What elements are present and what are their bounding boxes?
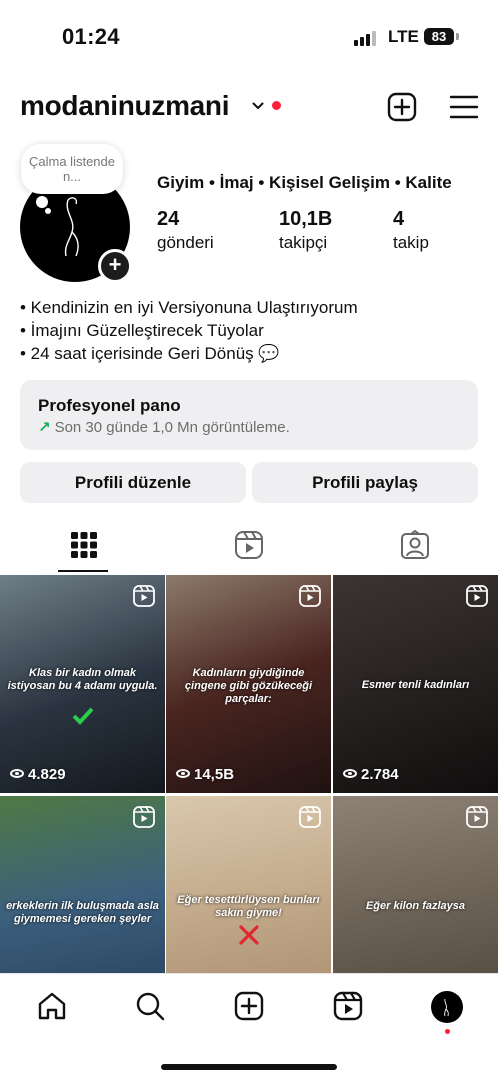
post-views-count: 2.784 — [361, 766, 399, 783]
add-story-button[interactable]: + — [98, 249, 132, 283]
post-tile[interactable]: Kadınların giydiğinde çingene gibi gözük… — [166, 575, 331, 793]
menu-icon[interactable] — [449, 92, 479, 122]
post-caption: Kadınların giydiğinde çingene gibi gözük… — [184, 667, 313, 705]
post-views: 2.784 — [343, 766, 399, 783]
post-caption: Klas bir kadın olmak istiyosan bu 4 adam… — [7, 667, 158, 692]
share-profile-button[interactable]: Profili paylaş — [252, 462, 478, 503]
chevron-down-icon[interactable] — [252, 100, 264, 112]
add-post-icon[interactable] — [387, 92, 417, 122]
eye-icon — [10, 769, 24, 778]
bio-line: • İmajını Güzelleştirecek Tüyolar — [20, 321, 264, 340]
post-views: 14,5B — [176, 766, 234, 783]
signal-icon — [354, 30, 378, 46]
dashboard-title: Profesyonel pano — [38, 396, 181, 415]
posts-grid: Klas bir kadın olmak istiyosan bu 4 adam… — [0, 575, 498, 1014]
post-views-count: 4.829 — [28, 766, 66, 783]
create-icon[interactable] — [234, 991, 264, 1021]
post-tile[interactable]: Esmer tenli kadınları 2.784 — [333, 575, 498, 793]
profile-username[interactable]: modaninuzmani — [20, 90, 230, 122]
eye-icon — [176, 769, 190, 778]
status-time: 01:24 — [62, 24, 120, 49]
active-tab-indicator — [58, 570, 108, 572]
reels-icon[interactable] — [333, 991, 363, 1021]
network-label: LTE — [388, 27, 419, 46]
stat-posts[interactable]: 24 gönderi — [157, 207, 214, 254]
post-tile[interactable]: Klas bir kadın olmak istiyosan bu 4 adam… — [0, 575, 165, 793]
reel-badge-icon — [466, 585, 488, 607]
post-views-count: 14,5B — [194, 766, 235, 783]
checkmark-icon — [72, 707, 94, 725]
edit-profile-button[interactable]: Profili düzenle — [20, 462, 246, 503]
profile-bio: • Kendinizin en iyi Versiyonuna Ulaştırı… — [20, 296, 358, 365]
notes-bubble[interactable]: Çalma listende n... — [21, 144, 123, 194]
logo-figure-icon — [444, 998, 449, 1017]
search-icon[interactable] — [135, 991, 165, 1021]
eye-icon — [343, 769, 357, 778]
stat-followers[interactable]: 10,1B takipçi — [279, 207, 332, 254]
notes-bubble-dot — [36, 196, 48, 208]
bio-line: • 24 saat içerisinde Geri Dönüş 💬 — [20, 344, 280, 363]
stat-following[interactable]: 4 takip — [393, 207, 429, 254]
stat-followers-value: 10,1B — [279, 208, 333, 230]
post-caption: Esmer tenli kadınları — [361, 679, 470, 691]
post-caption: Eğer tesettürlüysen bunları sakın giyme! — [177, 894, 320, 919]
stat-following-value: 4 — [393, 208, 405, 230]
dashboard-subtitle: ↗ Son 30 günde 1,0 Mn görüntüleme. — [38, 419, 460, 437]
battery-icon: 83 — [424, 28, 454, 45]
reel-badge-icon — [133, 806, 155, 828]
profile-avatar-nav[interactable] — [431, 991, 463, 1023]
post-caption: erkeklerin ilk buluşmada asla giymemesi … — [6, 900, 159, 925]
professional-dashboard[interactable]: Profesyonel pano ↗ Son 30 günde 1,0 Mn gö… — [20, 380, 478, 450]
bottom-nav — [0, 973, 498, 1080]
stat-following-label: takip — [393, 233, 429, 252]
status-bar: 01:24 LTE 83 — [0, 0, 498, 70]
cross-icon — [239, 925, 259, 945]
profile-category: Giyim • İmaj • Kişisel Gelişim • Kalite — [157, 173, 452, 192]
tagged-icon[interactable] — [400, 530, 430, 560]
trend-up-icon: ↗ — [38, 419, 51, 436]
reel-badge-icon — [133, 585, 155, 607]
notes-bubble-dot-small — [45, 208, 51, 214]
battery-tip — [456, 33, 459, 40]
reel-badge-icon — [299, 585, 321, 607]
stat-followers-label: takipçi — [279, 233, 328, 252]
reel-badge-icon — [299, 806, 321, 828]
stat-posts-label: gönderi — [157, 233, 214, 252]
stat-posts-value: 24 — [157, 208, 180, 230]
dashboard-subtitle-text: Son 30 günde 1,0 Mn görüntüleme. — [54, 419, 290, 436]
notification-dot — [445, 1029, 450, 1034]
reel-badge-icon — [466, 806, 488, 828]
notification-dot — [272, 101, 281, 110]
grid-icon[interactable] — [69, 530, 99, 560]
home-icon[interactable] — [37, 991, 67, 1021]
bio-line: • Kendinizin en iyi Versiyonuna Ulaştırı… — [20, 298, 358, 317]
post-views: 4.829 — [10, 766, 66, 783]
post-caption: Eğer kilon fazlaysa — [365, 900, 466, 912]
home-indicator — [161, 1064, 337, 1070]
reels-tab-icon[interactable] — [234, 530, 264, 560]
